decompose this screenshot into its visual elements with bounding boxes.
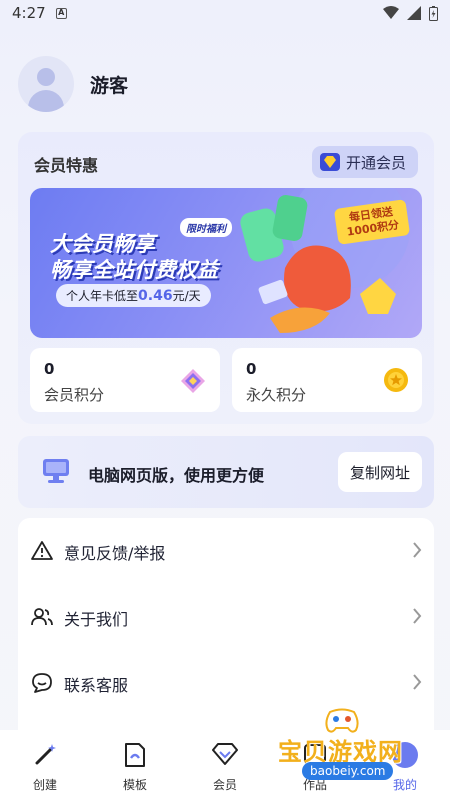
watermark-logo: 宝贝游戏网 baobeiy.com [272,702,432,786]
open-vip-button[interactable]: 开通会员 [311,146,418,178]
banner-tag: 限时福利 [180,218,232,237]
avatar-head [37,68,55,86]
member-points-card[interactable]: 0 会员积分 [30,348,220,412]
tab-create[interactable]: 创建 [0,730,90,800]
wand-icon [35,744,56,765]
tab-label-create: 创建 [32,778,57,792]
permanent-points-value: 0 [246,360,257,378]
web-version-text: 电脑网页版，使用更方便 [88,466,265,485]
template-icon [125,743,145,767]
permanent-points-card[interactable]: 0 永久积分 [232,348,422,412]
open-vip-label: 开通会员 [345,153,406,172]
points-row: 0 会员积分 0 永久积分 [30,348,422,412]
status-bar: 4:27 A [0,0,450,26]
menu-item-feedback[interactable]: 意见反馈/举报 [18,518,434,584]
member-title: 会员特惠 [34,156,99,175]
banner-price-prefix: 个人年卡低至 [66,289,139,303]
users-icon [31,608,53,626]
profile-header[interactable]: 游客 [18,56,128,112]
avatar-body [28,90,64,112]
wifi-icon [383,6,399,19]
avatar[interactable] [18,56,74,112]
watermark-url: baobeiy.com [302,762,394,780]
chevron-right-icon [413,674,422,690]
status-right [383,5,438,21]
copy-url-button[interactable]: 复制网址 [337,452,422,492]
permanent-points-label: 永久积分 [246,386,307,404]
monitor-icon [43,459,69,483]
menu-label-support: 联系客服 [64,676,129,695]
tab-label-template: 模板 [122,778,147,792]
member-points-label: 会员积分 [44,386,105,404]
menu-label-about: 关于我们 [64,610,129,629]
menu-label-feedback: 意见反馈/举报 [64,544,166,563]
coin-icon [384,368,408,392]
gamepad-icon [325,708,359,733]
menu-item-about[interactable]: 关于我们 [18,584,434,650]
chevron-right-icon [413,542,422,558]
username: 游客 [90,74,129,97]
banner-price-value: 0.46 [138,288,173,304]
member-points-value: 0 [44,360,55,378]
battery-icon [429,5,438,21]
vip-gem-icon [181,369,205,393]
tab-template[interactable]: 模板 [90,730,180,800]
diamond-icon [212,743,238,765]
tab-vip[interactable]: 会员 [180,730,270,800]
signal-icon [407,6,421,20]
vip-banner[interactable]: 大会员畅享 限时福利 畅享全站付费权益 个人年卡低至0.46元/天 每日领送10… [30,188,422,338]
chevron-right-icon [413,608,422,624]
member-card: 会员特惠 开通会员 大会员畅享 限时福利 畅享全站付费权益 个人年卡低至0.46… [18,132,434,424]
banner-title-2: 畅享全站付费权益 [50,258,218,282]
sim-icon: A [55,7,67,19]
web-version-card: 电脑网页版，使用更方便 复制网址 [18,436,434,508]
warning-icon [31,541,53,560]
banner-price-suffix: 元/天 [172,289,201,303]
banner-price: 个人年卡低至0.46元/天 [56,284,211,307]
chat-icon [32,673,52,693]
status-time: 4:27 [12,4,46,22]
tab-label-vip: 会员 [212,778,237,792]
diamond-badge-icon [319,153,340,171]
